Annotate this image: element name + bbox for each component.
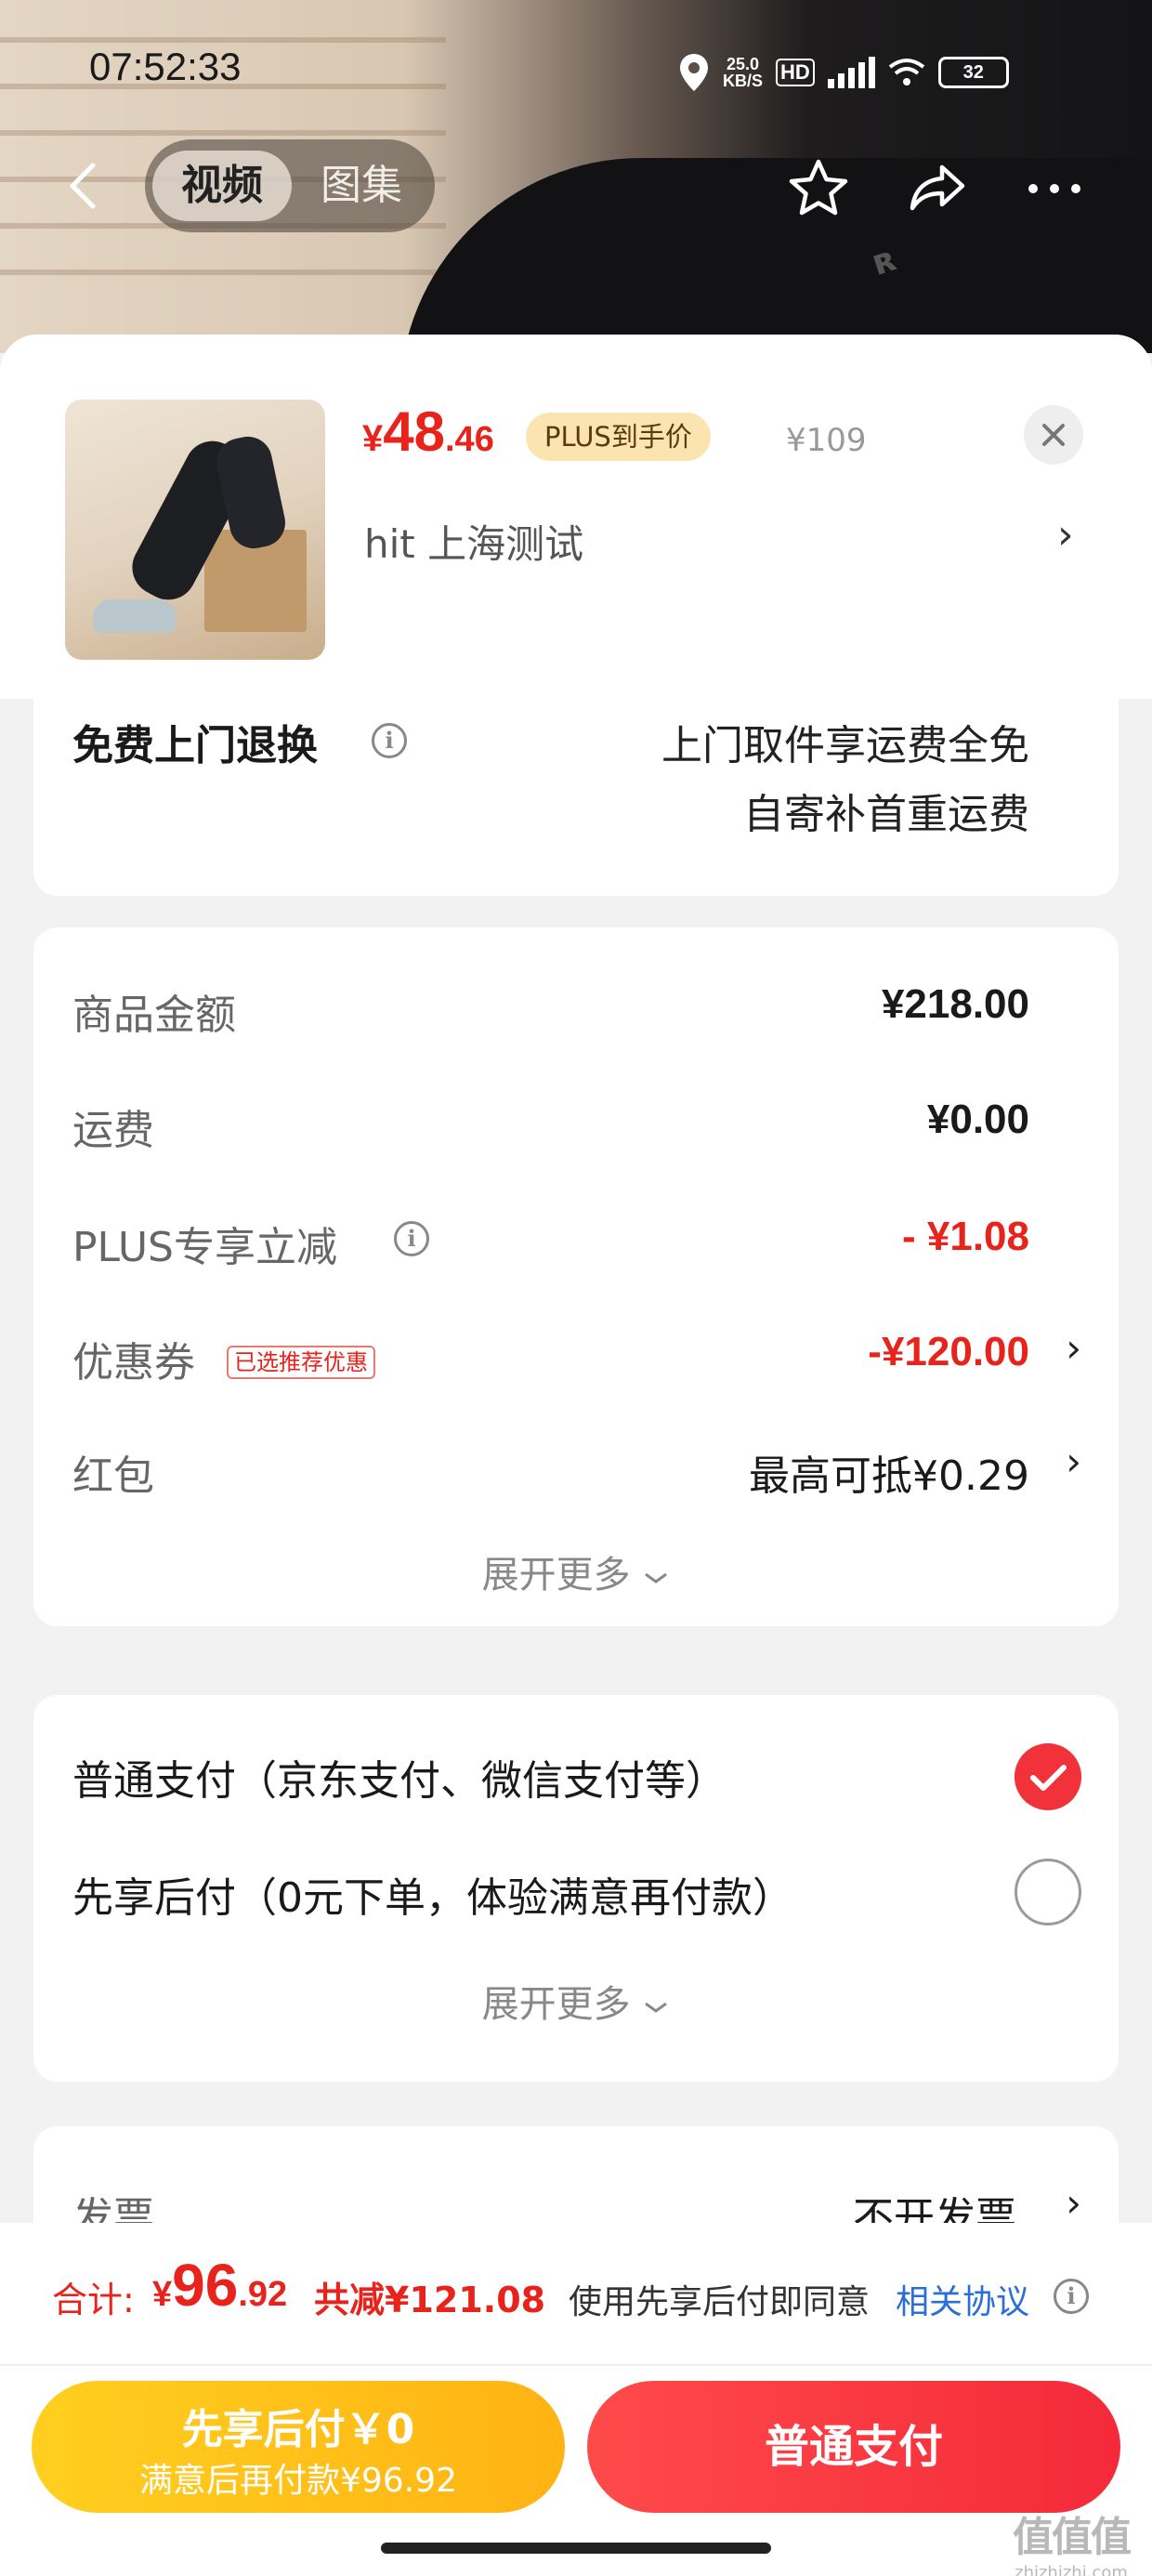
status-icons: 25.0 KB/S HD 32 <box>678 45 1009 100</box>
goods-amount-label: 商品金额 <box>72 992 236 1039</box>
chevron-right-icon[interactable]: › <box>1066 1325 1081 1371</box>
coupon-label[interactable]: 优惠券 <box>72 1329 195 1388</box>
red-packet-value[interactable]: 最高可抵¥0.29 <box>749 1442 1029 1502</box>
shipping-value: ¥0.00 <box>926 1097 1029 1142</box>
pay-option-normal-label[interactable]: 普通支付（京东支付、微信支付等） <box>72 1747 727 1807</box>
info-icon[interactable]: i <box>372 723 407 758</box>
back-arrow-icon[interactable] <box>58 158 113 214</box>
normal-pay-button[interactable]: 普通支付 <box>587 2381 1120 2513</box>
product-price: ¥48.46 <box>362 401 494 463</box>
hd-badge: HD <box>776 59 815 86</box>
info-icon[interactable]: i <box>1054 2279 1089 2314</box>
wifi-icon <box>888 59 925 85</box>
tab-video[interactable]: 视频 <box>152 151 292 221</box>
product-thumbnail[interactable] <box>65 400 325 660</box>
media-tab-switch: 视频 图集 <box>145 139 435 232</box>
chevron-right-icon[interactable]: › <box>1066 1439 1081 1484</box>
expand-more-button[interactable]: 展开更多 <box>33 1544 1119 1598</box>
return-service-title: 免费上门退换 <box>72 722 318 769</box>
red-packet-label[interactable]: 红包 <box>72 1442 154 1502</box>
network-speed: 25.0 KB/S <box>723 55 764 90</box>
cost-breakdown-card: 商品金额 ¥218.00 运费 ¥0.00 PLUS专享立减 i - ¥1.08… <box>33 927 1119 1626</box>
agreement-link[interactable]: 相关协议 <box>896 2275 1029 2323</box>
share-icon[interactable] <box>905 156 970 221</box>
product-summary: ¥48.46 PLUS到手价 ¥109 hit 上海测试 › <box>0 335 1152 699</box>
shipping-label: 运费 <box>72 1107 154 1154</box>
radio-checked-icon[interactable] <box>1015 1743 1081 1810</box>
pay-later-button[interactable]: 先享后付￥0 满意后再付款¥96.92 <box>32 2381 565 2513</box>
more-options-icon[interactable] <box>1022 156 1087 221</box>
home-indicator[interactable] <box>381 2543 771 2554</box>
plus-discount-label: PLUS专享立减 <box>72 1224 337 1271</box>
favorite-star-icon[interactable] <box>786 156 851 221</box>
chevron-right-icon[interactable]: › <box>1057 511 1074 559</box>
expand-more-button[interactable]: 展开更多 <box>33 1974 1119 2028</box>
pay-option-later-label[interactable]: 先享后付（0元下单，体验满意再付款） <box>72 1864 793 1924</box>
return-service-card: 免费上门退换 i 上门取件享运费全免 自寄补首重运费 <box>33 699 1119 896</box>
signal-icon <box>827 57 875 88</box>
coupon-selected-tag: 已选推荐优惠 <box>227 1346 375 1379</box>
chevron-down-icon <box>645 2002 668 2013</box>
status-bar: 07:52:33 25.0 KB/S HD 32 <box>0 37 1152 102</box>
return-service-line1: 上门取件享运费全免 <box>661 722 1029 769</box>
checkout-bottom-bar: 合计: ¥96.92 共减¥121.08 使用先享后付即同意 相关协议 i 先享… <box>0 2223 1152 2576</box>
tab-gallery[interactable]: 图集 <box>301 151 422 221</box>
total-price: ¥96.92 <box>152 2252 288 2319</box>
order-total-summary: 合计: ¥96.92 共减¥121.08 使用先享后付即同意 相关协议 i <box>0 2223 1152 2366</box>
location-icon <box>680 54 708 91</box>
chevron-down-icon <box>645 1572 668 1584</box>
agreement-text: 使用先享后付即同意 <box>569 2283 871 2321</box>
status-time: 07:52:33 <box>89 45 242 88</box>
coupon-value[interactable]: -¥120.00 <box>868 1329 1029 1375</box>
battery-icon: 32 <box>937 57 1009 88</box>
close-icon[interactable] <box>1024 405 1083 465</box>
plus-discount-value: - ¥1.08 <box>902 1214 1029 1259</box>
total-discount: 共减¥121.08 <box>314 2280 546 2320</box>
site-watermark: 值值值 zhizhizhi.com <box>1013 2514 1132 2576</box>
info-icon[interactable]: i <box>394 1221 429 1256</box>
payment-method-card: 普通支付（京东支付、微信支付等） 先享后付（0元下单，体验满意再付款） 展开更多 <box>33 1695 1119 2082</box>
top-nav: 视频 图集 <box>0 139 1152 232</box>
total-label: 合计: <box>52 2280 135 2320</box>
original-price: ¥109 <box>786 422 867 459</box>
product-variant[interactable]: hit 上海测试 <box>364 513 583 570</box>
goods-amount-value: ¥218.00 <box>881 981 1029 1027</box>
chevron-right-icon[interactable]: › <box>1066 2180 1081 2226</box>
plus-price-tag: PLUS到手价 <box>526 413 711 461</box>
radio-unchecked-icon[interactable] <box>1015 1859 1081 1925</box>
return-service-line2: 自寄补首重运费 <box>743 791 1029 838</box>
